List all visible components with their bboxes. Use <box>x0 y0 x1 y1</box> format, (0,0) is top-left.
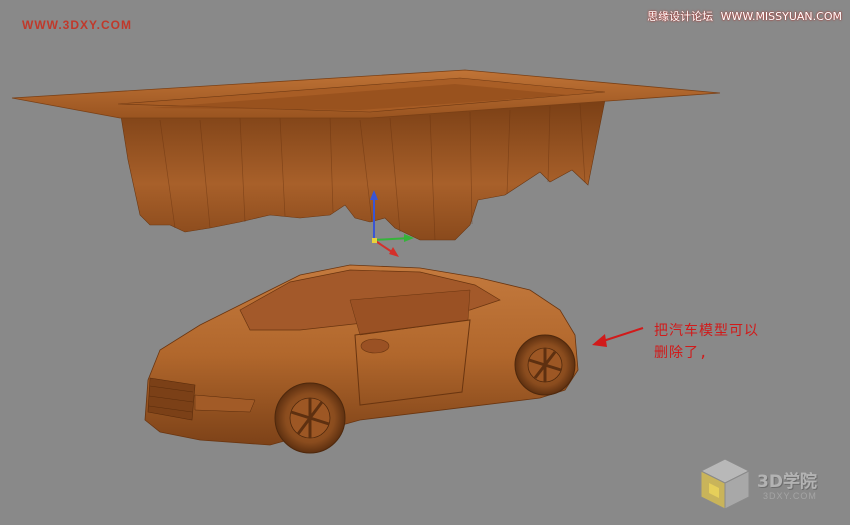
logo-name: 3D学院 <box>757 472 817 492</box>
3d-viewport[interactable]: WWW.3DXY.COM 思缘设计论坛 WWW.MISSYUAN.COM 把汽车… <box>0 0 850 525</box>
forum-url: WWW.MISSYUAN.COM <box>720 10 842 23</box>
brand-logo: 3D学院 3DXY.COM <box>695 453 835 513</box>
cube-logo-icon <box>699 458 751 510</box>
mold-side-wall <box>119 99 606 241</box>
mold-mesh[interactable] <box>11 69 721 241</box>
forum-watermark: 思缘设计论坛 WWW.MISSYUAN.COM <box>647 8 842 24</box>
annotation-line-1: 把汽车模型可以 <box>654 323 759 339</box>
annotation-line-2: 删除了, <box>654 345 709 361</box>
annotation-text: 把汽车模型可以 删除了, <box>654 320 759 364</box>
car-model[interactable] <box>144 264 579 454</box>
forum-name: 思缘设计论坛 <box>647 10 714 23</box>
logo-url: 3DXY.COM <box>763 491 817 501</box>
site-watermark: WWW.3DXY.COM <box>22 18 132 32</box>
viewport-scene[interactable] <box>0 0 850 525</box>
annotation-arrow <box>592 327 644 347</box>
